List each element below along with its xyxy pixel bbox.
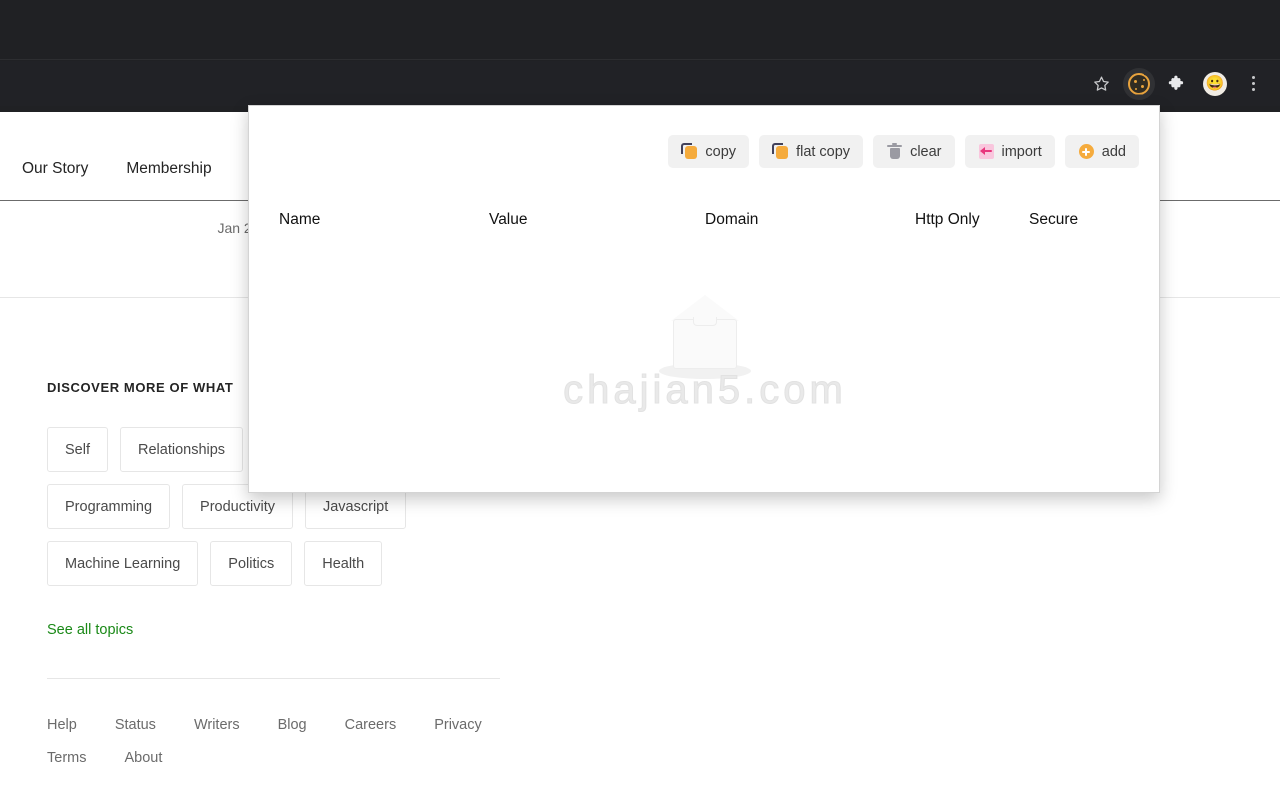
nav-item-membership[interactable]: Membership (126, 160, 211, 178)
topic-row: Machine Learning Politics Health (47, 541, 747, 586)
cookie-extension-icon[interactable] (1123, 67, 1155, 100)
cookie-table: Name Value Domain Http Only Secure (249, 211, 1159, 229)
column-header-name: Name (279, 211, 321, 228)
see-all-topics-link[interactable]: See all topics (47, 622, 133, 638)
clear-button[interactable]: clear (873, 135, 955, 168)
star-glyph (1093, 75, 1110, 92)
kebab-glyph (1251, 76, 1255, 91)
footer-link-privacy[interactable]: Privacy (434, 717, 482, 733)
extensions-puzzle-icon[interactable] (1161, 68, 1193, 100)
column-header-value: Value (489, 211, 528, 228)
copy-button-label: copy (705, 143, 737, 160)
add-button[interactable]: add (1064, 135, 1139, 168)
popup-toolbar: copy flat copy clear import add (668, 135, 1139, 168)
column-header-secure: Secure (1029, 211, 1079, 228)
empty-state (249, 291, 1159, 379)
column-header-http-only: Http Only (915, 211, 980, 228)
copy-button[interactable]: copy (668, 135, 750, 168)
topic-chip-politics[interactable]: Politics (210, 541, 293, 586)
discover-heading: DISCOVER MORE OF WHAT (47, 380, 234, 395)
topic-chip-programming[interactable]: Programming (47, 484, 171, 529)
footer-link-blog[interactable]: Blog (278, 717, 307, 733)
copy-icon (681, 143, 698, 160)
footer-link-writers[interactable]: Writers (194, 717, 240, 733)
column-header-domain: Domain (705, 211, 759, 228)
footer-link-group: Help Status Writers Blog Careers Privacy… (47, 717, 517, 766)
topic-chip-self[interactable]: Self (47, 427, 108, 472)
browser-toolbar: 😀 (0, 61, 1280, 106)
profile-avatar[interactable]: 😀 (1199, 68, 1231, 100)
footer-link-about[interactable]: About (124, 750, 162, 766)
empty-inbox-icon (657, 291, 753, 379)
flat-copy-button[interactable]: flat copy (759, 135, 864, 168)
add-button-label: add (1101, 143, 1126, 160)
import-button[interactable]: import (964, 135, 1055, 168)
bookmark-star-icon[interactable] (1085, 68, 1117, 100)
add-circle-icon (1078, 143, 1095, 160)
copy-icon (772, 143, 789, 160)
browser-chrome: 😀 (0, 0, 1280, 112)
footer-link-careers[interactable]: Careers (345, 717, 397, 733)
footer-divider (47, 678, 500, 679)
footer-link-help[interactable]: Help (47, 717, 77, 733)
puzzle-glyph (1168, 74, 1187, 93)
footer-link-terms[interactable]: Terms (47, 750, 86, 766)
address-bar[interactable] (0, 69, 1082, 99)
topic-chip-relationships[interactable]: Relationships (120, 427, 244, 472)
footer-link-status[interactable]: Status (115, 717, 156, 733)
import-icon (978, 143, 995, 160)
chrome-menu-icon[interactable] (1237, 68, 1269, 100)
flat-copy-button-label: flat copy (796, 143, 851, 160)
cookie-editor-popup: copy flat copy clear import add Name Val… (248, 105, 1160, 493)
avatar-emoji-icon: 😀 (1203, 71, 1227, 96)
clear-button-label: clear (910, 143, 942, 160)
import-button-label: import (1001, 143, 1042, 160)
site-watermark: chajian5.com (563, 368, 847, 413)
topic-chip-machine-learning[interactable]: Machine Learning (47, 541, 199, 586)
nav-item-our-story[interactable]: Our Story (22, 160, 88, 178)
cookie-glyph (1128, 72, 1150, 95)
browser-tab-strip[interactable] (0, 0, 1280, 60)
cookie-table-header: Name Value Domain Http Only Secure (249, 211, 1159, 229)
topic-chip-health[interactable]: Health (304, 541, 383, 586)
trash-icon (886, 143, 903, 160)
